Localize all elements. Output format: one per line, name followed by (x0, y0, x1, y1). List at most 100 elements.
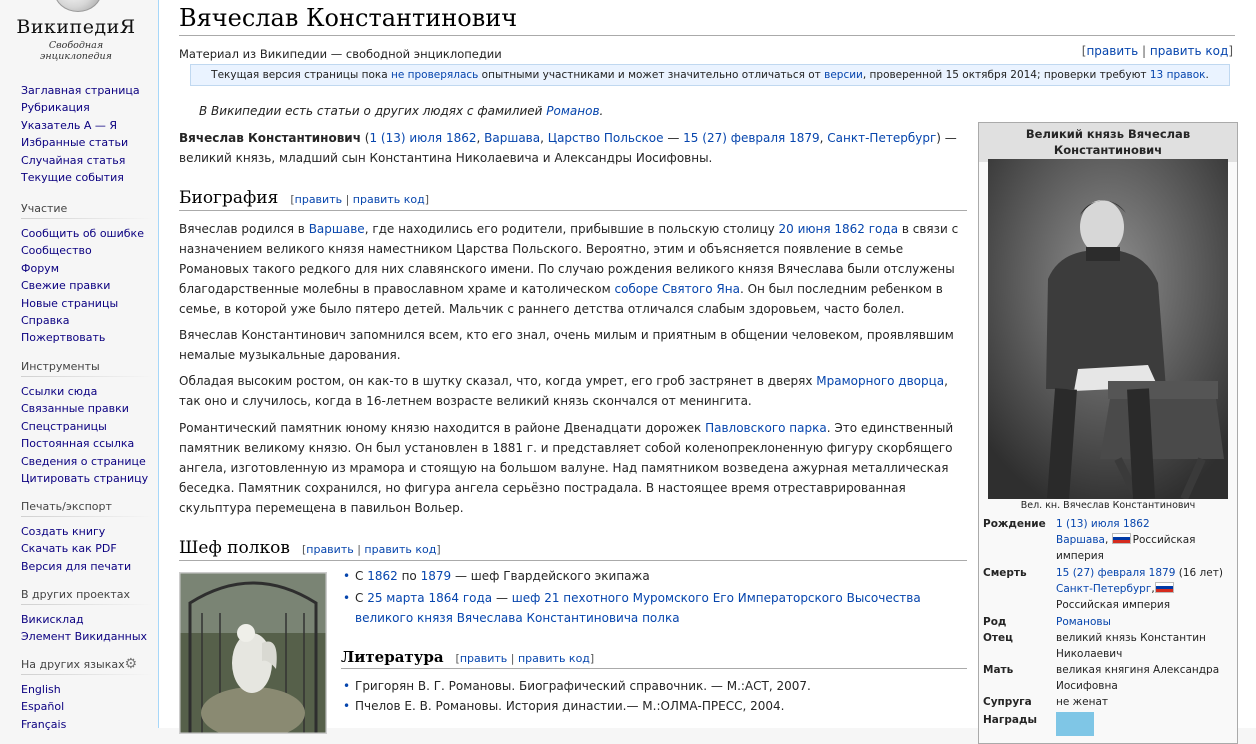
nav-item[interactable]: Заглавная страница (21, 82, 153, 99)
infobox-title: Великий князь Вячеслав Константинович (979, 123, 1237, 162)
list-item: С 25 марта 1864 года — шеф 21 пехотного … (341, 588, 971, 628)
nav-item[interactable]: Скачать как PDF (21, 540, 153, 557)
death-date-link[interactable]: 15 (27) февраля 1879 (1056, 567, 1175, 579)
year-link[interactable]: 1862 (367, 569, 398, 583)
site-subtitle: Материал из Википедии — свободной энцикл… (179, 47, 502, 61)
nav-item[interactable]: Создать книгу (21, 523, 153, 540)
birth-place-link[interactable]: Варшава (1056, 534, 1105, 546)
row-value: 1 (13) июля 1862 Варшава, Российская имп… (1056, 518, 1196, 562)
edit-link[interactable]: править (1086, 44, 1138, 58)
sidebar: ВикипедиЯ Свободная энциклопедия Заглавн… (0, 0, 158, 731)
lead-paragraph: Вячеслав Константинович (1 (13) июля 186… (179, 128, 969, 168)
nav-item[interactable]: Избранные статьи (21, 134, 153, 151)
pending-edits-link[interactable]: 13 правок (1150, 69, 1206, 81)
infobox: Великий князь Вячеслав Константинович Ве… (978, 122, 1238, 744)
version-link[interactable]: версии (824, 69, 863, 81)
row-value: 15 (27) февраля 1879 (16 лет) Санкт-Пете… (1056, 567, 1223, 611)
notice-text: . (1205, 69, 1209, 81)
flagged-revisions-notice: Текущая версия страницы пока не проверял… (190, 64, 1230, 86)
globe-icon (54, 0, 102, 12)
nav-item[interactable]: Сообщить об ошибке (21, 225, 153, 242)
section-edit-code-link[interactable]: править код (364, 543, 436, 556)
nav-item[interactable]: English (21, 681, 153, 698)
nav-item[interactable]: Рубрикация (21, 99, 153, 116)
nav-item[interactable]: Связанные правки (21, 400, 153, 417)
date-link[interactable]: 25 марта 1864 года (367, 591, 492, 605)
nav-item[interactable]: Элемент Викиданных (21, 628, 153, 645)
nav-item[interactable]: Новые страницы (21, 295, 153, 312)
nav-item[interactable]: Español (21, 698, 153, 715)
portal-heading[interactable]: Инструменты (21, 360, 153, 377)
notice-text: , проверенной 15 октября 2014; проверки … (862, 69, 1150, 81)
nav-item[interactable]: Français (21, 716, 153, 733)
nav-item[interactable]: Сведения о странице (21, 453, 153, 470)
section-edit-link[interactable]: править (295, 193, 342, 206)
date-link[interactable]: 20 июня 1862 года (779, 222, 899, 236)
hatnote: В Википедии есть статьи о других людях с… (199, 104, 603, 118)
portal-heading[interactable]: Печать/экспорт (21, 500, 153, 517)
nav-item[interactable]: Спецстраницы (21, 418, 153, 435)
section-edit-links: [править | править код] (290, 193, 429, 206)
row-value (1056, 712, 1234, 741)
heading-biography: Биография [править | править код] (179, 188, 967, 211)
nav-item[interactable]: Сообщество (21, 242, 153, 259)
death-place-link[interactable]: Санкт-Петербург (1056, 583, 1151, 595)
text: , (540, 131, 548, 145)
nav-item[interactable]: Пожертвовать (21, 329, 153, 346)
death-date-link[interactable]: 15 (27) февраля 1879 (683, 131, 819, 145)
nav-item[interactable]: Викисклад (21, 611, 153, 628)
list-item: Григорян В. Г. Романовы. Биографический … (341, 676, 971, 696)
warsaw-link[interactable]: Варшава (484, 131, 540, 145)
section-edit-code-link[interactable]: править код (518, 652, 590, 665)
year-link[interactable]: 1879 (421, 569, 452, 583)
wikipedia-logo[interactable]: ВикипедиЯ Свободная энциклопедия (14, 0, 138, 62)
award-ribbon-icon[interactable] (1056, 712, 1094, 736)
nav-item[interactable]: Случайная статья (21, 152, 153, 169)
heading-text: Биография (179, 188, 279, 208)
cathedral-link[interactable]: соборе Святого Яна (614, 282, 740, 296)
pavlovsk-park-link[interactable]: Павловского парка (705, 421, 827, 435)
section-edit-links: [править | править код] (455, 652, 595, 665)
row-label: Супруга (983, 696, 1032, 708)
nav-item[interactable]: Текущие события (21, 169, 153, 186)
romanov-link[interactable]: Романов (546, 104, 599, 118)
marble-palace-link[interactable]: Мраморного дворца (816, 374, 944, 388)
section-edit-link[interactable]: править (460, 652, 507, 665)
portal-heading[interactable]: Участие (21, 202, 153, 219)
gear-icon[interactable]: ⚙ (124, 656, 137, 672)
infobox-row-spouse: Супруга не женат (983, 694, 1235, 710)
heading-regiments: Шеф полков [править | править код] (179, 538, 967, 561)
dynasty-link[interactable]: Романовы (1056, 616, 1111, 628)
petersburg-link[interactable]: Санкт-Петербург (827, 131, 936, 145)
portal-heading[interactable]: В других проектах (21, 588, 153, 605)
warsaw-link[interactable]: Варшаве (309, 222, 365, 236)
page-title: Вячеслав Константинович (179, 4, 1235, 36)
portal-projects: В других проектах Викисклад Элемент Вики… (21, 588, 153, 646)
portal-navigation: Заглавная страница Рубрикация Указатель … (21, 82, 153, 186)
nav-item[interactable]: Ссылки сюда (21, 383, 153, 400)
hatnote-text: . (599, 104, 604, 118)
section-edit-link[interactable]: править (306, 543, 353, 556)
nav-item[interactable]: Указатель А — Я (21, 117, 153, 134)
kingdom-poland-link[interactable]: Царство Польское (548, 131, 664, 145)
portrait-photo[interactable] (988, 159, 1228, 499)
row-label: Награды (983, 714, 1037, 726)
nav-item[interactable]: Цитировать страницу (21, 470, 153, 487)
edit-code-link[interactable]: править код (1150, 44, 1228, 58)
nav-item[interactable]: Версия для печати (21, 558, 153, 575)
birth-date-link[interactable]: 1 (13) июля 1862 (369, 131, 476, 145)
infobox-row-father: Отец великий князь Константин Николаевич (983, 630, 1235, 662)
section-edit-code-link[interactable]: править код (353, 193, 425, 206)
infobox-row-dynasty: Род Романовы (983, 614, 1235, 630)
nav-item[interactable]: Постоянная ссылка (21, 435, 153, 452)
monument-thumbnail[interactable] (179, 572, 327, 739)
birth-date-link[interactable]: 1 (13) июля 1862 (1056, 518, 1150, 530)
nav-item[interactable]: Свежие правки (21, 277, 153, 294)
unreviewed-link[interactable]: не проверялась (391, 69, 478, 81)
nav-item[interactable]: Справка (21, 312, 153, 329)
portrait-caption: Вел. кн. Вячеслав Константинович (1020, 500, 1196, 511)
age-text: (16 лет) (1175, 567, 1223, 579)
nav-item[interactable]: Форум (21, 260, 153, 277)
text: — (663, 131, 684, 145)
row-label: Мать (983, 664, 1014, 676)
